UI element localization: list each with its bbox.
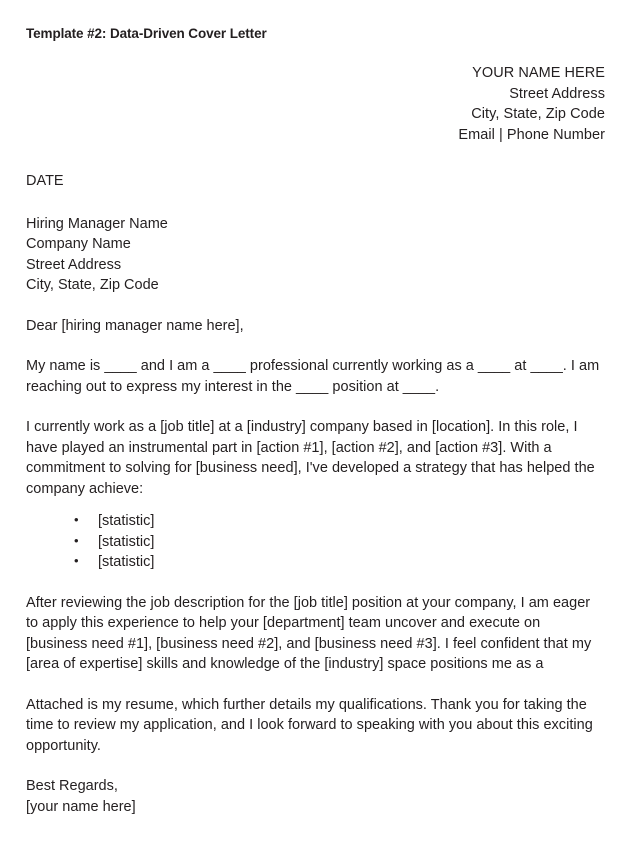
recipient-address-block: Hiring Manager Name Company Name Street … (26, 214, 605, 296)
salutation: Dear [hiring manager name here], (26, 317, 244, 334)
list-item: [statistic] (26, 551, 605, 573)
sender-contact: Email | Phone Number (458, 126, 605, 143)
achievements-list: [statistic] [statistic] [statistic] (26, 499, 605, 573)
signoff-block: Best Regards, [your name here] (26, 756, 605, 817)
paragraph-closing: Attached is my resume, which further det… (26, 696, 593, 754)
date-line: DATE (26, 173, 64, 190)
paragraph-fit: After reviewing the job description for … (26, 594, 592, 673)
signoff-regards: Best Regards, (26, 778, 118, 795)
sender-street: Street Address (509, 85, 605, 102)
sender-address-block: YOUR NAME HERE Street Address City, Stat… (26, 63, 605, 145)
paragraph-intro: My name is ____ and I am a ____ professi… (26, 358, 600, 395)
page-title: Template #2: Data-Driven Cover Letter (26, 26, 267, 41)
recipient-street: Street Address (26, 256, 122, 273)
recipient-city-state-zip: City, State, Zip Code (26, 277, 159, 294)
list-item: [statistic] (26, 531, 605, 553)
sender-name: YOUR NAME HERE (472, 65, 605, 82)
sender-city-state-zip: City, State, Zip Code (471, 106, 605, 123)
signoff-name: [your name here] (26, 798, 136, 815)
paragraph-experience: I currently work as a [job title] at a [… (26, 419, 595, 497)
recipient-manager-name: Hiring Manager Name (26, 215, 168, 232)
cover-letter-page: Template #2: Data-Driven Cover Letter YO… (0, 0, 638, 865)
list-item: [statistic] (26, 510, 605, 532)
recipient-company-name: Company Name (26, 236, 131, 253)
